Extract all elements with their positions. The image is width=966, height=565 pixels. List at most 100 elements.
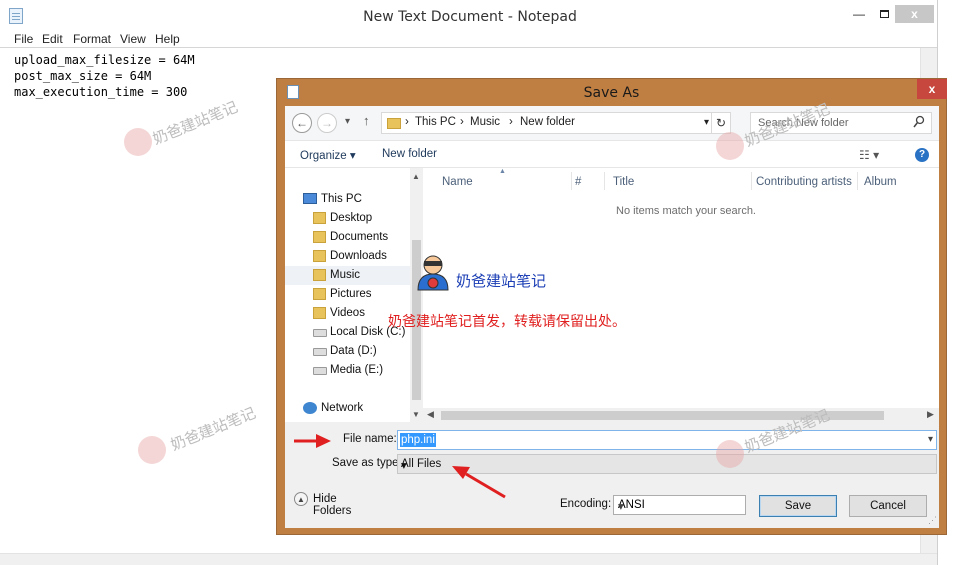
scroll-down-icon[interactable]: ▼ [412, 410, 420, 419]
scroll-left-icon[interactable]: ◀ [427, 409, 434, 420]
cancel-button[interactable]: Cancel [849, 495, 927, 517]
breadcrumb-new-folder[interactable]: New folder [520, 116, 575, 128]
maximize-button[interactable] [873, 5, 895, 23]
column-separator[interactable] [751, 172, 752, 190]
file-name-label: File name: [343, 433, 397, 445]
watermark-logo-icon [124, 128, 152, 156]
chevron-down-icon[interactable]: ▾ [704, 117, 709, 128]
nav-item-this-pc[interactable]: This PC [285, 190, 411, 209]
file-list: Name ▲ # Title Contributing artists Albu… [423, 168, 939, 422]
column-name[interactable]: Name [442, 176, 473, 188]
refresh-icon[interactable]: ↻ [711, 112, 731, 134]
command-toolbar: Organize ▾ New folder ☷ ▾ ? [285, 140, 939, 168]
navigation-bar: ← → ▾ ↑ › This PC › Music › New folder ▾… [285, 106, 939, 140]
brand-logo-icon [417, 255, 449, 291]
change-view-icon[interactable]: ☷ ▾ [859, 148, 879, 162]
dialog-close-button[interactable]: x [917, 79, 947, 99]
dialog-title: Save As [583, 85, 640, 101]
horizontal-scrollbar[interactable] [0, 553, 937, 565]
menu-file[interactable]: File [14, 32, 33, 46]
folder-icon [387, 118, 401, 129]
empty-folder-message: No items match your search. [616, 205, 756, 217]
breadcrumb-this-pc[interactable]: This PC [415, 116, 456, 128]
column-album[interactable]: Album [864, 176, 897, 188]
drive-icon [313, 348, 327, 356]
scroll-right-icon[interactable]: ▶ [927, 409, 934, 420]
dialog-titlebar: Save As x [277, 79, 947, 106]
file-name-input[interactable]: php.ini ▾ [397, 430, 937, 450]
nav-item-label: Music [330, 269, 361, 281]
window-title: New Text Document - Notepad [363, 9, 577, 25]
nav-item-label: Videos [330, 307, 365, 319]
menu-format[interactable]: Format [73, 32, 111, 46]
chevron-up-icon: ▲ [294, 492, 308, 506]
column-contributing-artists[interactable]: Contributing artists [756, 176, 852, 188]
computer-icon [303, 193, 317, 204]
column-separator[interactable] [571, 172, 572, 190]
save-button[interactable]: Save [759, 495, 837, 517]
nav-item-label: Network [321, 402, 364, 414]
navigation-pane: This PC Desktop Documents Downloads Musi… [285, 168, 423, 422]
menu-help[interactable]: Help [155, 32, 180, 46]
nav-item-pictures[interactable]: Pictures [285, 285, 411, 304]
folder-icon [313, 307, 326, 319]
watermark-logo-icon [716, 440, 744, 468]
menu-edit[interactable]: Edit [42, 32, 63, 46]
scroll-up-icon[interactable]: ▲ [412, 172, 420, 181]
nav-item-documents[interactable]: Documents [285, 228, 411, 247]
breadcrumb-separator: › [405, 116, 409, 128]
watermark-logo-icon [138, 436, 166, 464]
column-separator[interactable] [857, 172, 858, 190]
brand-label: 奶爸建站笔记 [456, 272, 547, 290]
address-bar[interactable]: › This PC › Music › New folder ▾ [381, 112, 726, 134]
nav-item-media-e[interactable]: Media (E:) [285, 361, 411, 380]
new-folder-button[interactable]: New folder [382, 148, 437, 160]
recent-locations-chevron-icon[interactable]: ▾ [345, 116, 350, 127]
network-icon [303, 402, 317, 414]
file-list-scrollbar[interactable]: ◀ ▶ [423, 408, 939, 422]
column-title[interactable]: Title [613, 176, 634, 188]
nav-item-label: Pictures [330, 288, 372, 300]
watermark-logo-icon [716, 132, 744, 160]
organize-menu[interactable]: Organize ▾ [300, 148, 356, 162]
column-number[interactable]: # [575, 176, 581, 188]
up-arrow-icon[interactable]: ↑ [363, 113, 370, 128]
nav-item-downloads[interactable]: Downloads [285, 247, 411, 266]
nav-item-desktop[interactable]: Desktop [285, 209, 411, 228]
close-button[interactable]: x [895, 5, 934, 23]
chevron-down-icon[interactable]: ▾ [928, 434, 933, 445]
nav-item-label: Data (D:) [330, 345, 377, 357]
notepad-titlebar: New Text Document - Notepad — x [0, 0, 940, 31]
nav-item-label: Downloads [330, 250, 387, 262]
save-as-type-select[interactable]: All Files ▾ [397, 454, 937, 474]
editor-line: upload_max_filesize = 64M [14, 53, 195, 67]
nav-item-data-d[interactable]: Data (D:) [285, 342, 411, 361]
folder-icon [313, 231, 326, 243]
forward-arrow-icon[interactable]: → [317, 113, 337, 133]
folder-icon [313, 212, 326, 224]
drive-icon [313, 367, 327, 375]
nav-pane-scrollbar[interactable]: ▲ ▼ [410, 168, 423, 422]
column-separator[interactable] [604, 172, 605, 190]
folder-icon [313, 250, 326, 262]
back-arrow-icon[interactable]: ← [292, 113, 312, 133]
nav-item-music[interactable]: Music [285, 266, 411, 285]
chevron-down-icon[interactable]: ▾ [401, 458, 933, 472]
breadcrumb-music[interactable]: Music [470, 116, 500, 128]
sort-ascending-icon: ▲ [499, 168, 506, 175]
nav-item-label: Desktop [330, 212, 373, 224]
help-icon[interactable]: ? [915, 148, 929, 162]
nav-item-label: Media (E:) [330, 364, 384, 376]
drive-icon [313, 329, 327, 337]
maximize-icon [879, 10, 889, 18]
menu-view[interactable]: View [120, 32, 146, 46]
chevron-down-icon[interactable]: ▾ [618, 499, 742, 513]
minimize-button[interactable]: — [848, 5, 870, 23]
nav-item-network[interactable]: Network [285, 399, 411, 418]
encoding-select[interactable]: ANSI ▾ [613, 495, 746, 515]
breadcrumb-separator: › [460, 116, 464, 128]
folder-icon [313, 269, 326, 281]
resize-grip-icon[interactable]: ⋰ [928, 515, 937, 526]
encoding-label: Encoding: [560, 498, 612, 510]
save-options-panel: File name: php.ini ▾ Save as type: All F… [285, 422, 939, 528]
